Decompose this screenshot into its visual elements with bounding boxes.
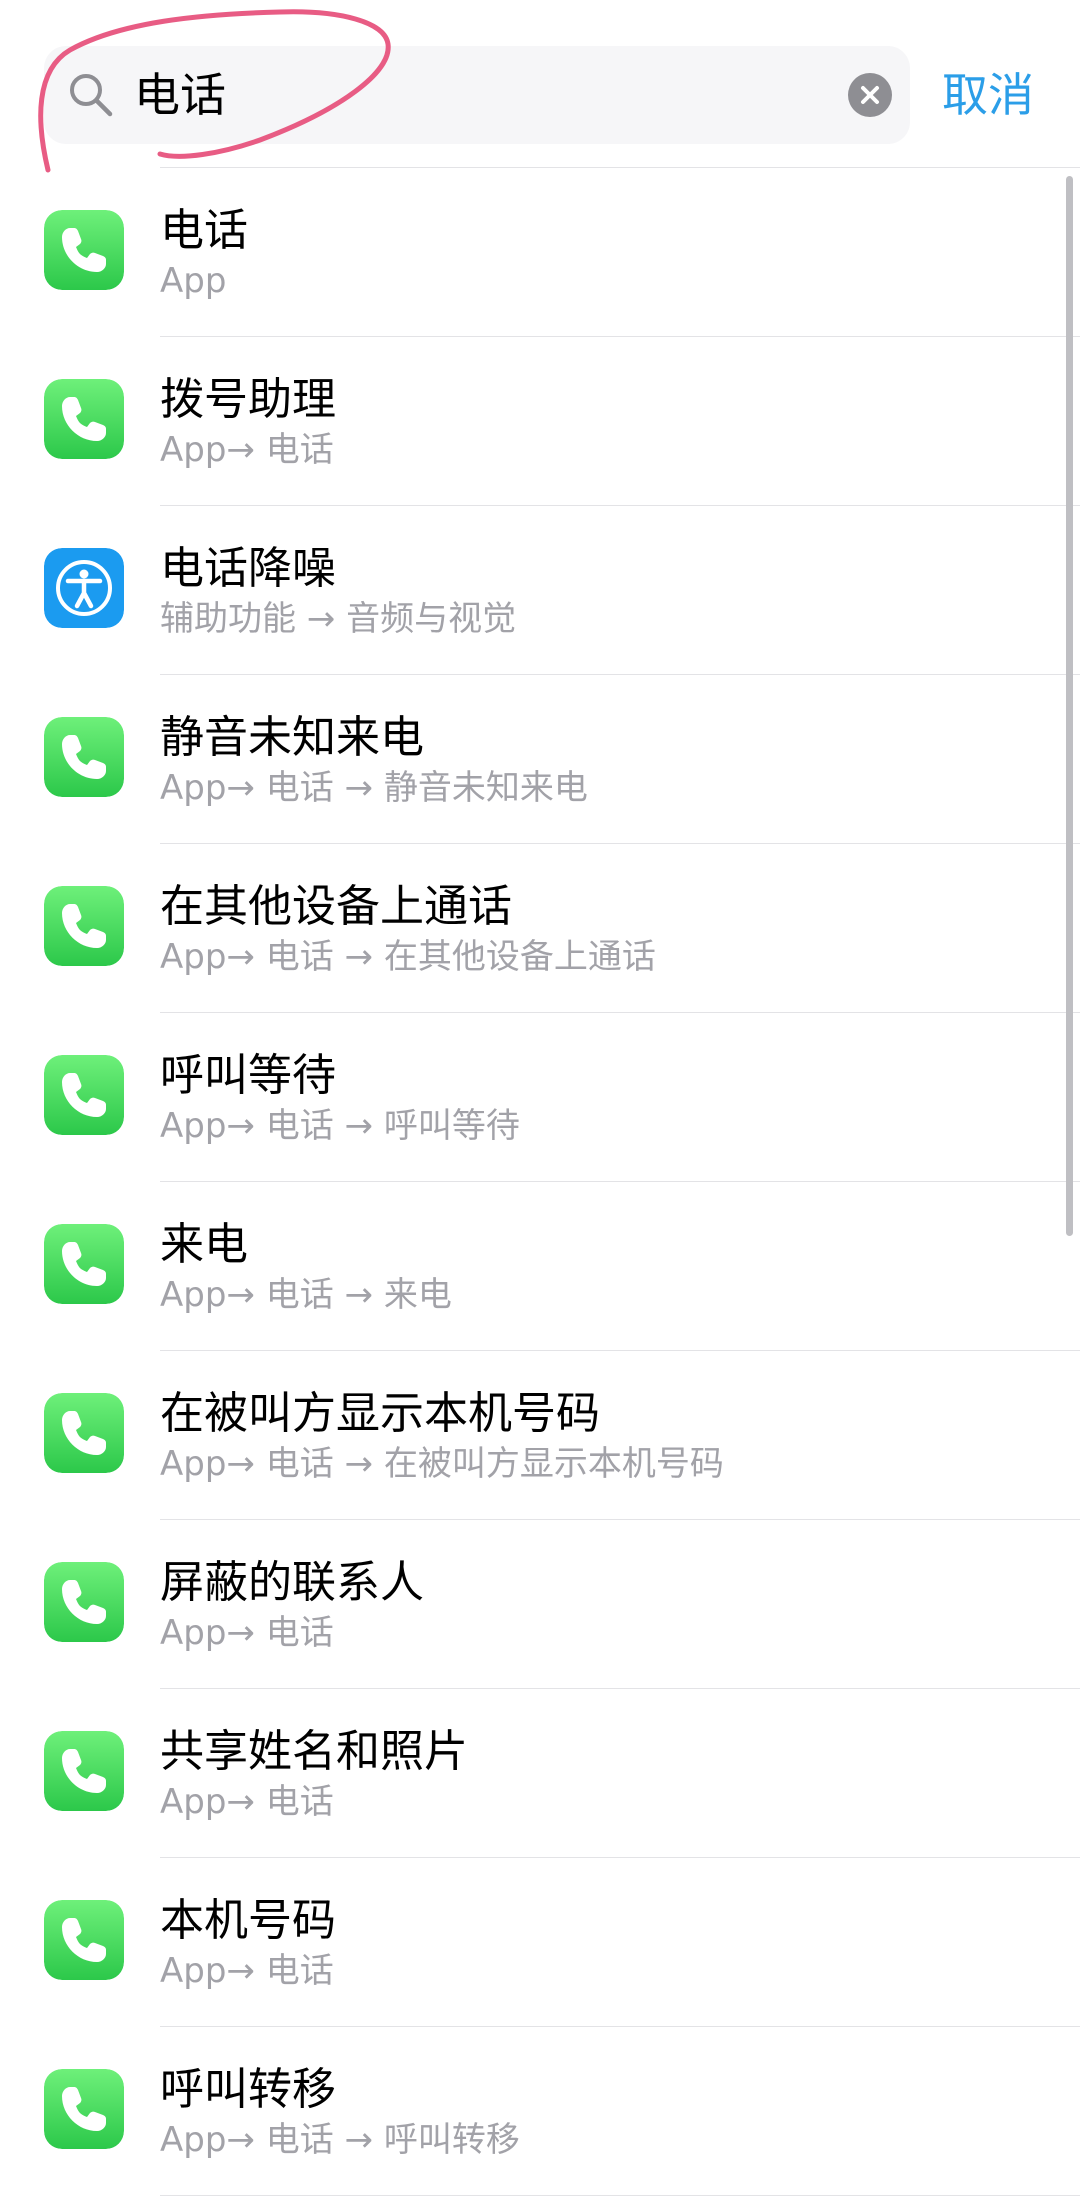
- result-path: 辅助功能 → 音频与视觉: [160, 599, 517, 639]
- result-title: 电话: [160, 205, 248, 256]
- result-path: App→ 电话 → 呼叫转移: [160, 2120, 520, 2160]
- result-row[interactable]: 呼叫等待 App→ 电话 → 呼叫等待: [0, 1013, 1080, 1182]
- phone-icon: [44, 1731, 124, 1811]
- result-row[interactable]: 在被叫方显示本机号码 App→ 电话 → 在被叫方显示本机号码: [0, 1351, 1080, 1520]
- result-row[interactable]: 呼叫转移 App→ 电话 → 呼叫转移: [0, 2027, 1080, 2196]
- result-title: 在被叫方显示本机号码: [160, 1388, 600, 1439]
- result-path: App: [160, 261, 227, 301]
- close-icon: [861, 86, 879, 104]
- clear-search-button[interactable]: [848, 73, 892, 117]
- result-row[interactable]: 静音未知来电 App→ 电话 → 静音未知来电: [0, 675, 1080, 844]
- result-row[interactable]: 本机号码 App→ 电话: [0, 1858, 1080, 2027]
- result-row[interactable]: 共享姓名和照片 App→ 电话: [0, 1689, 1080, 1858]
- result-title: 呼叫等待: [160, 1050, 336, 1101]
- result-row[interactable]: 屏蔽的联系人 App→ 电话: [0, 1520, 1080, 1689]
- phone-icon: [44, 717, 124, 797]
- search-icon: [70, 74, 113, 117]
- phone-icon: [44, 210, 124, 290]
- scrollbar[interactable]: [1066, 176, 1073, 1236]
- result-title: 共享姓名和照片: [160, 1726, 468, 1777]
- result-title: 来电: [160, 1219, 248, 1270]
- phone-icon: [44, 2069, 124, 2149]
- result-title: 本机号码: [160, 1895, 336, 1946]
- search-input[interactable]: 电话: [134, 46, 226, 144]
- result-row[interactable]: 来电 App→ 电话 → 来电: [0, 1182, 1080, 1351]
- search-results-list: 电话 App 拨号助理 App→ 电话 电话降噪辅助功能 → 音频与视觉 静音未知来…: [0, 168, 1080, 2196]
- result-path: App→ 电话: [160, 1951, 334, 1991]
- result-path: App→ 电话: [160, 430, 334, 470]
- result-path: App→ 电话 → 在被叫方显示本机号码: [160, 1444, 724, 1484]
- result-title: 静音未知来电: [160, 712, 424, 763]
- result-path: App→ 电话 → 静音未知来电: [160, 768, 588, 808]
- result-row[interactable]: 拨号助理 App→ 电话: [0, 337, 1080, 506]
- search-header: 电话 取消: [0, 0, 1080, 168]
- result-path: App→ 电话 → 来电: [160, 1275, 452, 1315]
- result-path: App→ 电话: [160, 1613, 334, 1653]
- cancel-button[interactable]: 取消: [942, 46, 1034, 144]
- accessibility-icon: [44, 548, 124, 628]
- phone-icon: [44, 886, 124, 966]
- result-title: 拨号助理: [160, 374, 336, 425]
- result-title: 在其他设备上通话: [160, 881, 512, 932]
- search-field[interactable]: 电话: [44, 46, 910, 144]
- result-path: App→ 电话 → 呼叫等待: [160, 1106, 520, 1146]
- phone-icon: [44, 379, 124, 459]
- phone-icon: [44, 1900, 124, 1980]
- result-title: 呼叫转移: [160, 2064, 336, 2115]
- phone-icon: [44, 1055, 124, 1135]
- result-title: 屏蔽的联系人: [160, 1557, 424, 1608]
- result-row[interactable]: 电话 App: [0, 168, 1080, 337]
- phone-icon: [44, 1393, 124, 1473]
- result-path: App→ 电话: [160, 1782, 334, 1822]
- phone-icon: [44, 1224, 124, 1304]
- result-path: App→ 电话 → 在其他设备上通话: [160, 937, 656, 977]
- result-row[interactable]: 电话降噪辅助功能 → 音频与视觉: [0, 506, 1080, 675]
- result-title: 电话降噪: [160, 543, 336, 594]
- result-row[interactable]: 在其他设备上通话 App→ 电话 → 在其他设备上通话: [0, 844, 1080, 1013]
- phone-icon: [44, 1562, 124, 1642]
